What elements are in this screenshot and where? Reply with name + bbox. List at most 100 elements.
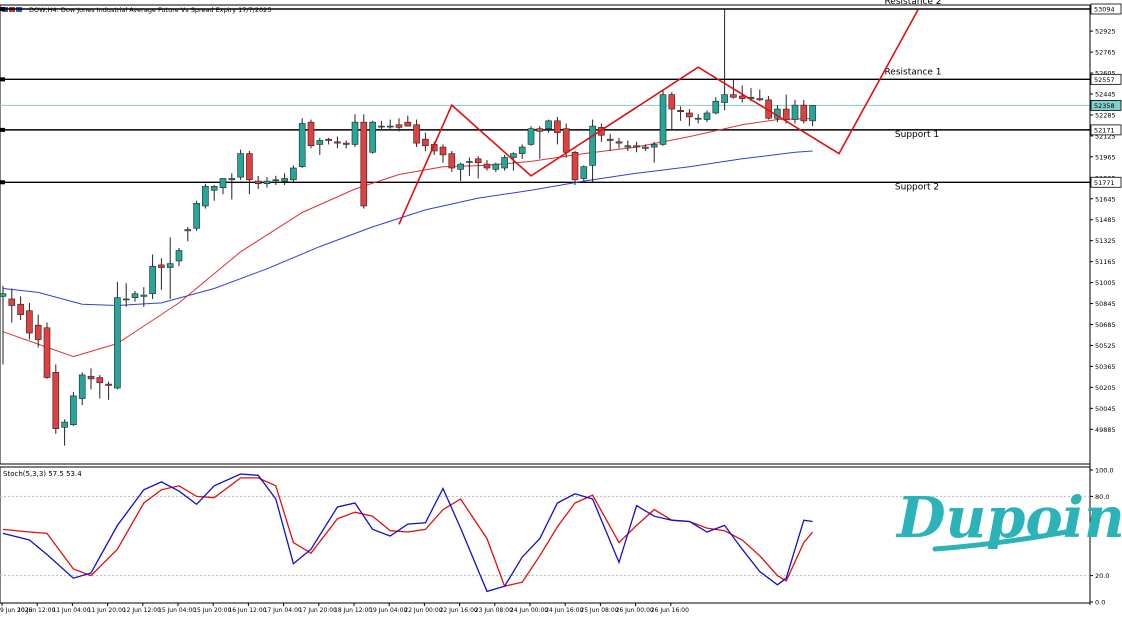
price-tick-label: 51485 (1095, 216, 1116, 224)
price-label-text: 52557 (1094, 76, 1115, 84)
candle-body (369, 121, 376, 153)
candle-body (298, 123, 306, 167)
price-tick-label: 52925 (1095, 28, 1116, 36)
chart-title: DOW,H4: Dow Jones Industrial Average Fut… (29, 6, 271, 14)
candle[interactable] (290, 165, 297, 183)
stoch-tick-label: 100.0 (1095, 467, 1114, 475)
candle-body (633, 145, 640, 148)
candle-body (466, 161, 473, 163)
chart-window: DOW,H4: Dow Jones Industrial Average Fut… (0, 0, 1122, 614)
chart-canvas[interactable]: DOW,H4: Dow Jones Industrial Average Fut… (0, 0, 1122, 614)
price-tick-label: 51965 (1095, 153, 1116, 161)
time-tick-label: 15 Jun 04:00 (158, 607, 196, 614)
candle-body (78, 374, 86, 399)
candle-body (536, 128, 544, 132)
candle-body (26, 310, 33, 334)
candle-body (114, 297, 121, 389)
candle-body (254, 180, 262, 185)
candle-body (351, 121, 359, 145)
candle-body (694, 117, 702, 120)
candle-body (290, 167, 297, 181)
price-tick-label: 50845 (1095, 300, 1116, 308)
candle[interactable] (114, 281, 121, 390)
candle-body (17, 303, 24, 315)
candle-body (527, 128, 535, 145)
time-tick-label: 10 Jun 12:00 (17, 607, 55, 614)
candle-body (730, 94, 737, 98)
candle-body (316, 140, 324, 145)
candle-body (246, 153, 253, 181)
candle-body (149, 265, 156, 295)
candle-body (307, 121, 315, 147)
price-tick-label: 51165 (1095, 258, 1116, 266)
candle[interactable] (307, 119, 315, 149)
candle-body (43, 327, 51, 378)
candle-body (281, 178, 288, 182)
candle-body (325, 138, 332, 141)
candle[interactable] (360, 114, 368, 209)
candle-body (237, 153, 244, 178)
price-tick-label: 51005 (1095, 279, 1116, 287)
price-tick-label: 52445 (1095, 90, 1116, 98)
candle[interactable] (527, 126, 535, 146)
candle-body (492, 163, 500, 170)
candle-body (96, 377, 104, 384)
candle-body (439, 146, 447, 156)
candle-body (650, 144, 658, 148)
candle-body (334, 141, 341, 144)
candle-body (686, 112, 693, 118)
candle-body (589, 125, 596, 166)
candle[interactable] (52, 364, 60, 434)
candle-body (272, 179, 280, 182)
level-marker (0, 7, 5, 11)
price-label-text: 52171 (1094, 126, 1115, 134)
candle-body (554, 120, 561, 133)
candle[interactable] (580, 165, 588, 182)
candle-body (61, 421, 68, 428)
candle-body (202, 186, 209, 207)
candle-body (668, 94, 676, 110)
time-tick-label: 19 Jun 04:00 (369, 607, 407, 614)
level-marker (0, 180, 5, 185)
time-tick-label: 11 Jun 20:00 (88, 607, 126, 614)
candle-body (0, 293, 7, 297)
symbol-header: DOW,H4: Dow Jones Industrial Average Fut… (2, 6, 271, 14)
candle-body (422, 138, 429, 147)
stoch-tick-label: 0.0 (1095, 599, 1105, 607)
candle-body (122, 298, 130, 301)
price-tick-label: 50365 (1095, 363, 1116, 371)
candle[interactable] (193, 200, 200, 231)
candle[interactable] (237, 149, 244, 180)
time-tick-label: 23 Jun 08:00 (475, 607, 513, 614)
candle[interactable] (369, 120, 376, 154)
candle-body (501, 157, 508, 169)
level-label: Resistance 1 (884, 67, 941, 77)
candle-body (210, 186, 218, 191)
time-tick-label: 17 Jun 04:00 (264, 607, 302, 614)
candle[interactable] (43, 322, 51, 379)
time-tick-label: 12 Jun 12:00 (123, 607, 161, 614)
candle[interactable] (70, 391, 77, 427)
candle[interactable] (659, 90, 667, 146)
candle-body (809, 105, 816, 122)
candle-body (703, 112, 711, 120)
time-tick-label: 11 Jun 04:00 (52, 607, 90, 614)
candle-body (378, 125, 385, 128)
candle-body (184, 229, 192, 232)
candle-body (677, 110, 684, 112)
candle[interactable] (571, 150, 579, 186)
candle-body (158, 264, 165, 268)
candle-body (448, 153, 456, 169)
candle-body (404, 121, 412, 127)
candle-body (510, 153, 517, 158)
level-label: Support 1 (895, 130, 939, 140)
candle[interactable] (298, 118, 306, 168)
candle-body (175, 250, 183, 262)
candle[interactable] (202, 183, 209, 209)
time-tick-label: 25 Jun 08:00 (580, 607, 618, 614)
candle[interactable] (501, 154, 508, 171)
price-tick-label: 51645 (1095, 195, 1116, 203)
price-label-text: 51771 (1094, 179, 1115, 187)
candle-body (562, 128, 570, 153)
candle-body (721, 94, 728, 103)
